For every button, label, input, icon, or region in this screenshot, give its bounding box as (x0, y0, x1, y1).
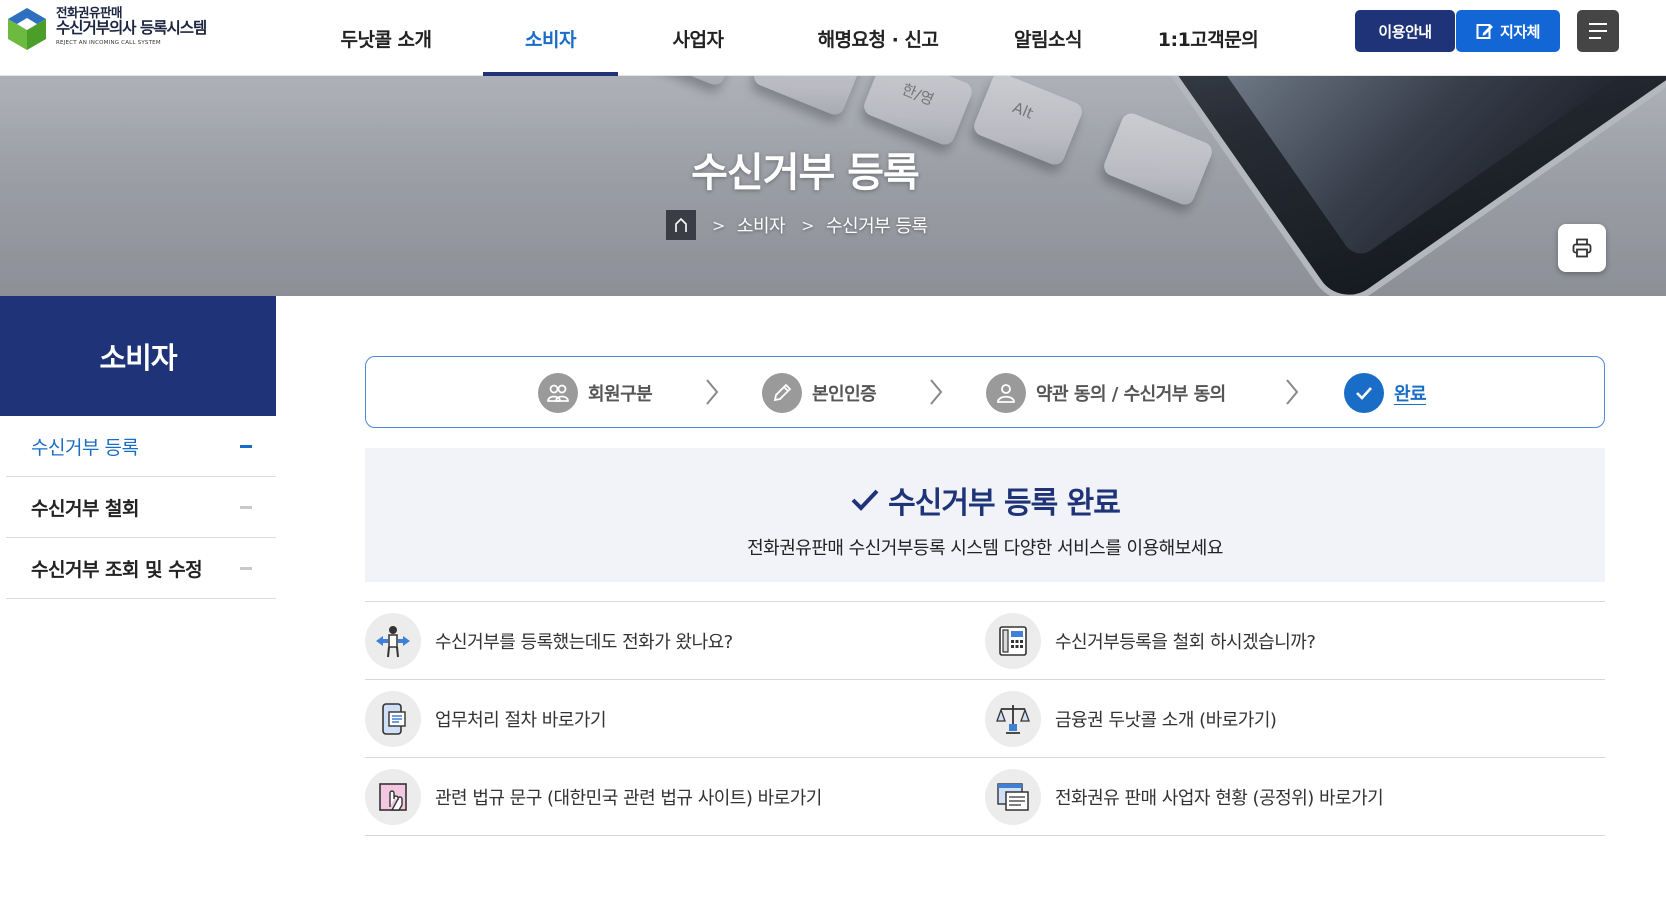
nav-item-consumer[interactable]: 소비자 (483, 0, 618, 76)
logo-line3: REJECT AN INCOMING CALL SYSTEM (56, 40, 161, 47)
step-complete: 완료 (1344, 373, 1427, 413)
quick-links: 수신거부를 등록했는데도 전화가 왔나요? 수신거부등록을 철회 하시겠습니까?… (365, 601, 1605, 836)
minus-icon (240, 566, 252, 570)
link-label: 관련 법규 문구 (대한민국 관련 법규 사이트) 바로가기 (435, 787, 822, 809)
sidebar-item-label: 수신거부 조회 및 수정 (31, 558, 203, 581)
chevron-right-icon (930, 379, 943, 405)
breadcrumb-item-current: 수신거부 등록 (826, 216, 928, 237)
link-label: 금융권 두낫콜 소개 (바로가기) (1055, 709, 1277, 731)
printer-icon (1571, 237, 1593, 259)
nav-item-business[interactable]: 사업자 (618, 0, 778, 76)
step-agreement: 약관 동의 / 수신거부 동의 (986, 373, 1226, 413)
site-header: 전화권유판매 수신거부의사 등록시스템 REJECT AN INCOMING C… (0, 0, 1666, 76)
breadcrumb-item-consumer[interactable]: 소비자 (737, 212, 786, 238)
phone-device-icon (985, 612, 1041, 669)
local-gov-button[interactable]: 지자체 (1456, 10, 1560, 52)
minus-icon (240, 505, 252, 509)
mobile-document-icon (365, 690, 421, 747)
print-button[interactable] (1558, 224, 1606, 272)
step-member-type: 회원구분 (538, 373, 653, 413)
chevron-right-icon: > (712, 215, 725, 235)
page-banner: 한/영 Alt 수신거부 등록 > 소비자 > 수신거부 등록 (0, 76, 1666, 296)
sidebar-item-withdraw[interactable]: 수신거부 철회 (6, 477, 276, 538)
logo-mark-icon (6, 6, 48, 52)
link-call-after-register[interactable]: 수신거부를 등록했는데도 전화가 왔나요? (365, 602, 985, 679)
sidebar-title: 소비자 (0, 296, 276, 416)
chevron-right-icon (706, 379, 719, 405)
link-process[interactable]: 업무처리 절차 바로가기 (365, 680, 985, 757)
page-title: 수신거부 등록 (691, 150, 920, 196)
step-label: 본인인증 (812, 384, 877, 405)
minus-icon (240, 444, 252, 448)
step-label: 회원구분 (588, 384, 653, 405)
document-stack-icon (985, 768, 1041, 825)
link-label: 수신거부를 등록했는데도 전화가 왔나요? (435, 631, 733, 653)
hamburger-icon (1589, 23, 1607, 39)
completion-panel: 수신거부 등록 완료 전화권유판매 수신거부등록 시스템 다양한 서비스를 이용… (365, 448, 1605, 582)
link-withdraw-register[interactable]: 수신거부등록을 철회 하시겠습니까? (985, 602, 1605, 679)
user-icon (986, 373, 1026, 413)
progress-steps: 회원구분 본인인증 약관 동의 / 수신거부 동의 완료 (365, 356, 1605, 428)
sidebar-item-lookup[interactable]: 수신거부 조회 및 수정 (6, 538, 276, 599)
breadcrumb: > 소비자 > 수신거부 등록 (666, 210, 928, 240)
link-finance-donotcall[interactable]: 금융권 두낫콜 소개 (바로가기) (985, 680, 1605, 757)
touch-screen-icon (365, 768, 421, 825)
step-identity: 본인인증 (762, 373, 877, 413)
checkmark-icon (850, 487, 880, 513)
link-label: 업무처리 절차 바로가기 (435, 709, 607, 731)
local-gov-label: 지자체 (1500, 22, 1540, 41)
link-related-law[interactable]: 관련 법규 문구 (대한민국 관련 법규 사이트) 바로가기 (365, 758, 985, 835)
chevron-right-icon (1286, 379, 1299, 405)
chevron-right-icon: > (801, 215, 814, 235)
completion-title: 수신거부 등록 완료 (888, 486, 1121, 521)
step-label: 완료 (1394, 384, 1427, 405)
site-logo[interactable]: 전화권유판매 수신거부의사 등록시스템 REJECT AN INCOMING C… (6, 5, 207, 52)
logo-line2: 수신거부의사 등록시스템 (56, 19, 207, 38)
main-nav: 두낫콜 소개 소비자 사업자 해명요청 · 신고 알림소식 1:1고객문의 (298, 0, 1298, 76)
home-icon[interactable] (666, 210, 696, 240)
completion-subtitle: 전화권유판매 수신거부등록 시스템 다양한 서비스를 이용해보세요 (747, 538, 1223, 559)
sidebar: 소비자 수신거부 등록 수신거부 철회 수신거부 조회 및 수정 (0, 296, 276, 599)
guide-button[interactable]: 이용안내 (1355, 10, 1455, 52)
step-label: 약관 동의 / 수신거부 동의 (1036, 384, 1226, 405)
sidebar-item-register[interactable]: 수신거부 등록 (6, 416, 276, 477)
link-label: 수신거부등록을 철회 하시겠습니까? (1055, 631, 1316, 653)
link-label: 전화권유 판매 사업자 현황 (공정위) 바로가기 (1055, 787, 1384, 809)
nav-item-intro[interactable]: 두낫콜 소개 (298, 0, 474, 76)
direction-person-icon (365, 612, 421, 669)
nav-item-report[interactable]: 해명요청 · 신고 (778, 0, 978, 76)
check-icon (1344, 373, 1384, 413)
pencil-icon (762, 373, 802, 413)
scale-icon (985, 690, 1041, 747)
link-business-status[interactable]: 전화권유 판매 사업자 현황 (공정위) 바로가기 (985, 758, 1605, 835)
nav-item-notice[interactable]: 알림소식 (978, 0, 1118, 76)
sidebar-item-label: 수신거부 철회 (31, 497, 140, 520)
users-icon (538, 373, 578, 413)
sidebar-item-label: 수신거부 등록 (31, 436, 139, 459)
edit-icon (1476, 22, 1494, 40)
nav-item-inquiry[interactable]: 1:1고객문의 (1118, 0, 1298, 76)
menu-button[interactable] (1577, 10, 1619, 52)
